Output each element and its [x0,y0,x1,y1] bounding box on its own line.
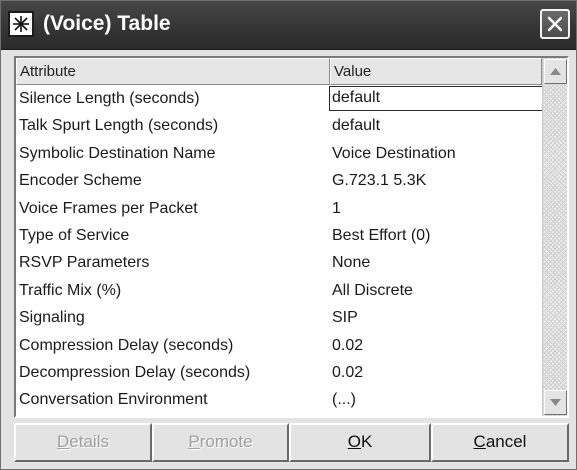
value-cell[interactable]: 0.02 [330,332,542,359]
table-row[interactable]: Compression Delay (seconds) 0.02 [16,332,542,359]
ok-mnemonic: O [347,432,361,451]
ok-label: K [360,432,373,451]
vertical-scrollbar[interactable] [542,58,567,416]
table-row[interactable]: Symbolic Destination Name Voice Destinati… [16,140,542,167]
table-row[interactable]: Silence Length (seconds) default [16,85,542,112]
column-header-value[interactable]: Value [330,58,542,85]
attribute-cell: Type of Service [19,226,130,244]
promote-mnemonic: P [188,432,200,451]
table-row[interactable]: Decompression Delay (seconds) 0.02 [16,359,542,386]
table-viewport: Attribute Value Silence Length (seconds)… [16,58,542,416]
arrow-up-icon [550,68,561,75]
table-row[interactable]: Traffic Mix (%) All Discrete [16,277,542,304]
value-cell[interactable]: 1 [330,195,542,222]
attribute-cell: Conversation Environment [19,391,208,409]
cancel-mnemonic: C [473,432,486,451]
attribute-cell: Talk Spurt Length (seconds) [19,117,219,135]
attribute-cell: Compression Delay (seconds) [19,336,234,354]
attribute-cell: Encoder Scheme [19,172,142,190]
table-row[interactable]: Signaling SIP [16,304,542,331]
promote-label: romote [199,432,253,451]
title-bar[interactable]: (Voice) Table [1,1,576,50]
scroll-up-button[interactable] [544,59,567,84]
attribute-cell: Voice Frames per Packet [19,199,198,217]
column-header-attribute[interactable]: Attribute [16,58,330,85]
value-cell[interactable]: (...) [330,386,542,413]
promote-button[interactable]: Promote [152,423,289,462]
attribute-cell: Silence Length (seconds) [19,90,200,107]
details-label: etails [69,432,109,451]
cancel-button[interactable]: Cancel [431,423,569,462]
attribute-cell: RSVP Parameters [19,254,150,272]
attribute-cell: Symbolic Destination Name [19,144,216,162]
table-row[interactable]: Type of Service Best Effort (0) [16,222,542,249]
table-row[interactable]: Voice Frames per Packet 1 [16,195,542,222]
details-button[interactable]: Details [14,423,152,462]
close-icon [547,16,563,32]
value-edit-field[interactable]: default [329,86,542,111]
attribute-table: Attribute Value Silence Length (seconds)… [14,56,569,418]
voice-table-dialog: (Voice) Table Attribute Value Silence Le… [0,0,577,470]
attribute-cell: Decompression Delay (seconds) [19,363,251,381]
table-row[interactable]: Encoder Scheme G.723.1 5.3K [16,167,542,194]
scroll-down-button[interactable] [544,390,567,415]
table-header: Attribute Value [16,58,542,85]
table-row[interactable]: RSVP Parameters None [16,249,542,276]
table-row[interactable]: Talk Spurt Length (seconds) default [16,112,542,139]
close-button[interactable] [540,9,570,39]
value-cell[interactable]: default [330,112,542,139]
table-row[interactable]: Conversation Environment (...) [16,386,542,413]
star-burst-icon [8,11,34,37]
table-body: Silence Length (seconds) default Talk Spur… [16,85,542,414]
value-cell[interactable]: G.723.1 5.3K [330,167,542,194]
dialog-title: (Voice) Table [43,12,171,35]
value-cell[interactable]: Voice Destination [330,140,542,167]
value-cell[interactable]: Best Effort (0) [330,222,542,249]
ok-button[interactable]: OK [289,423,431,462]
details-mnemonic: D [57,432,70,451]
value-cell[interactable]: SIP [330,304,542,331]
attribute-cell: Signaling [19,309,85,327]
value-cell[interactable]: 0.02 [330,359,542,386]
arrow-down-icon [550,399,561,406]
cancel-label: ancel [485,432,527,451]
value-cell[interactable]: None [330,249,542,276]
attribute-cell: Traffic Mix (%) [19,281,122,299]
value-cell[interactable]: All Discrete [330,277,542,304]
